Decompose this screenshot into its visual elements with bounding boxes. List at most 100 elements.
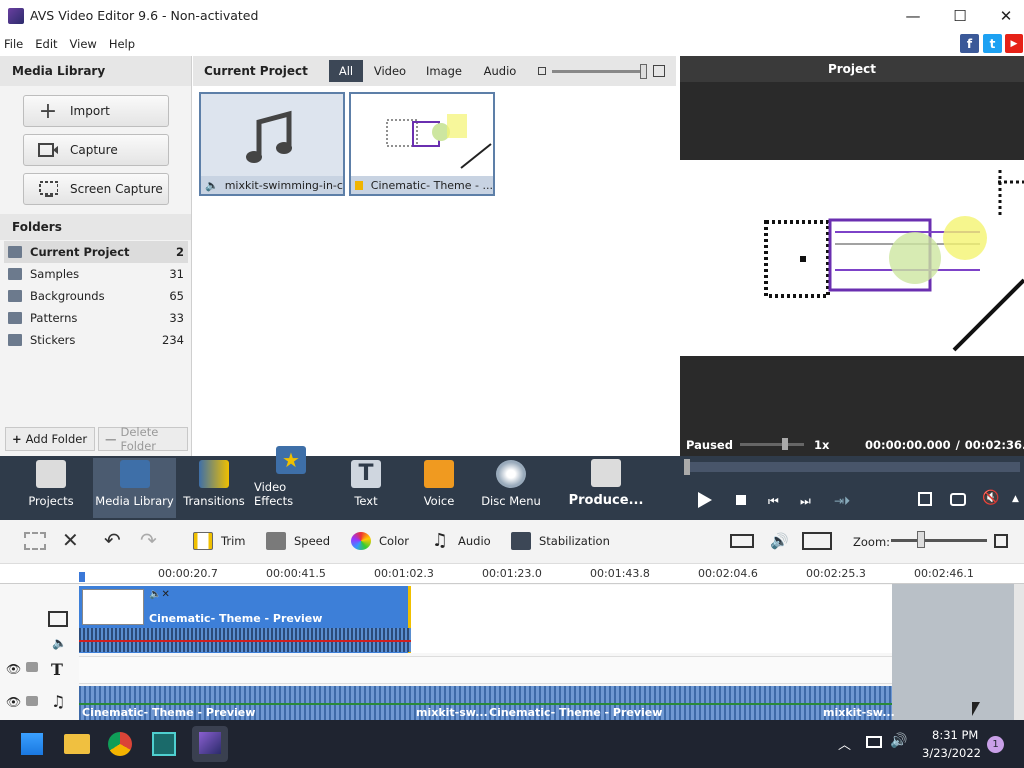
folder-samples[interactable]: Samples 31 xyxy=(4,263,188,285)
close-button[interactable]: ✕ xyxy=(983,0,1024,32)
speed-button[interactable]: Speed xyxy=(266,532,330,550)
volume-arrow-icon[interactable]: ▲ xyxy=(1012,494,1019,504)
aspect-dropdown-icon[interactable] xyxy=(802,532,832,550)
folder-patterns[interactable]: Patterns 33 xyxy=(4,307,188,329)
media-tile-video[interactable]: Cinematic- Theme - ... xyxy=(349,92,495,196)
stop-icon[interactable] xyxy=(736,495,746,505)
notification-badge[interactable]: 1 xyxy=(987,736,1004,753)
show-hidden-icons[interactable]: ︿ xyxy=(838,734,851,753)
audio-button[interactable]: ♫ Audio xyxy=(430,532,491,550)
trim-icon xyxy=(193,532,213,550)
snap-icon[interactable] xyxy=(730,534,754,548)
time-display: 00:00:00.000 / 00:02:36.586 xyxy=(865,438,1024,452)
snapshot-icon[interactable] xyxy=(950,493,966,506)
minimize-button[interactable]: — xyxy=(890,0,936,32)
network-icon[interactable] xyxy=(866,736,882,748)
twitter-icon[interactable]: t xyxy=(983,34,1002,53)
next-frame-icon[interactable]: ⏭ xyxy=(800,494,811,509)
audio-mute-icon[interactable]: 🔈 xyxy=(52,636,67,650)
timeline-scrollbar[interactable] xyxy=(1014,584,1024,720)
plus-icon: + xyxy=(38,98,58,124)
lock-icon[interactable] xyxy=(26,662,38,672)
seek-handle[interactable] xyxy=(684,459,690,475)
maximize-button[interactable]: ☐ xyxy=(937,0,983,32)
chrome-icon[interactable] xyxy=(108,732,132,756)
media-library-button[interactable]: Media Library xyxy=(93,458,176,518)
ruler-tick: 00:02:04.6 xyxy=(698,567,758,580)
clock-time[interactable]: 8:31 PM xyxy=(932,728,978,742)
delete-icon[interactable]: ✕ xyxy=(62,528,79,552)
menu-edit[interactable]: Edit xyxy=(35,37,57,51)
filter-video[interactable]: Video xyxy=(368,60,412,82)
stabilization-button[interactable]: Stabilization xyxy=(511,532,610,550)
undo-icon[interactable]: ↶ xyxy=(104,528,121,552)
file-explorer-icon[interactable] xyxy=(64,734,90,754)
trim-button[interactable]: Trim xyxy=(193,532,245,550)
color-button[interactable]: Color xyxy=(351,532,409,550)
eye-icon[interactable]: 👁 xyxy=(6,695,21,709)
menu-bar: File Edit View Help xyxy=(0,32,1024,56)
play-icon[interactable] xyxy=(698,492,712,508)
seek-bar[interactable] xyxy=(686,462,1020,472)
folder-current-project[interactable]: Current Project 2 xyxy=(4,241,188,263)
folder-stickers[interactable]: Stickers 234 xyxy=(4,329,188,351)
windows-start-icon[interactable] xyxy=(20,732,44,756)
transitions-button[interactable]: Transitions xyxy=(182,458,246,518)
media-tile-audio[interactable]: 🔈 mixkit-swimming-in-c... xyxy=(199,92,345,196)
redo-icon[interactable]: ↷ xyxy=(140,528,157,552)
facebook-icon[interactable]: f xyxy=(960,34,979,53)
zoom-handle[interactable] xyxy=(917,531,925,548)
add-folder-button[interactable]: + Add Folder xyxy=(5,427,95,451)
import-button[interactable]: + Import xyxy=(23,95,169,127)
clock-date[interactable]: 3/23/2022 xyxy=(922,746,981,760)
menu-help[interactable]: Help xyxy=(109,37,135,51)
delete-folder-button[interactable]: — Delete Folder xyxy=(98,425,188,453)
produce-icon xyxy=(591,459,621,487)
lock-icon[interactable] xyxy=(26,696,38,706)
zoom-slider[interactable] xyxy=(891,539,987,542)
projects-button[interactable]: Projects xyxy=(16,458,86,518)
produce-button[interactable]: Produce... xyxy=(566,458,646,518)
menu-file[interactable]: File xyxy=(4,37,23,51)
thumbnail-size-slider[interactable] xyxy=(552,70,647,73)
text-button[interactable]: T Text xyxy=(340,458,392,518)
time-current: 00:00:00.000 xyxy=(865,438,951,452)
menu-view[interactable]: View xyxy=(70,37,97,51)
media-library-icon xyxy=(119,460,150,488)
speed-slider[interactable] xyxy=(740,443,804,446)
plus-icon: + xyxy=(12,432,22,446)
audio-clip-label[interactable]: Cinematic- Theme - Preview xyxy=(489,706,662,719)
zoom-fit-icon[interactable] xyxy=(994,534,1008,548)
avs-editor-icon xyxy=(199,732,221,754)
playhead[interactable] xyxy=(79,572,85,582)
filter-all[interactable]: All xyxy=(329,60,363,82)
capture-button[interactable]: Capture xyxy=(23,134,169,166)
filter-image[interactable]: Image xyxy=(420,60,468,82)
speed-icon xyxy=(266,532,286,550)
voice-button[interactable]: Voice xyxy=(413,458,465,518)
video-effects-button[interactable]: ★ Video Effects xyxy=(254,446,328,518)
text-track-lane xyxy=(79,656,892,684)
split-icon[interactable]: ⇥⏵ xyxy=(834,494,850,509)
volume-icon[interactable]: 🔊 xyxy=(890,733,907,749)
disc-menu-button[interactable]: Disc Menu xyxy=(480,458,542,518)
storyboard-icon[interactable] xyxy=(24,532,46,550)
screen-capture-button[interactable]: Screen Capture xyxy=(23,173,169,205)
fullscreen-icon[interactable] xyxy=(918,492,932,506)
video-clip[interactable]: 🔈✕ Cinematic- Theme - Preview xyxy=(79,586,411,653)
audio-clip-label[interactable]: mixkit-sw... xyxy=(823,706,895,719)
audio-clip-label[interactable]: mixkit-sw... xyxy=(416,706,488,719)
eye-icon[interactable]: 👁 xyxy=(6,662,21,676)
mute-icon[interactable]: 🔇 xyxy=(982,490,999,506)
media-app-icon[interactable] xyxy=(152,732,176,756)
time-total: 00:02:36.586 xyxy=(964,438,1024,452)
previous-frame-icon[interactable]: ⏮ xyxy=(768,494,779,509)
slider-handle[interactable] xyxy=(640,64,647,79)
audio-mixer-icon[interactable]: 🔊 xyxy=(770,532,789,550)
filter-audio[interactable]: Audio xyxy=(478,60,522,82)
ruler-tick: 00:01:43.8 xyxy=(590,567,650,580)
speed-slider-handle[interactable] xyxy=(782,438,788,450)
audio-clip-label[interactable]: Cinematic- Theme - Preview xyxy=(82,706,255,719)
youtube-icon[interactable]: ▶ xyxy=(1005,34,1023,53)
folder-backgrounds[interactable]: Backgrounds 65 xyxy=(4,285,188,307)
